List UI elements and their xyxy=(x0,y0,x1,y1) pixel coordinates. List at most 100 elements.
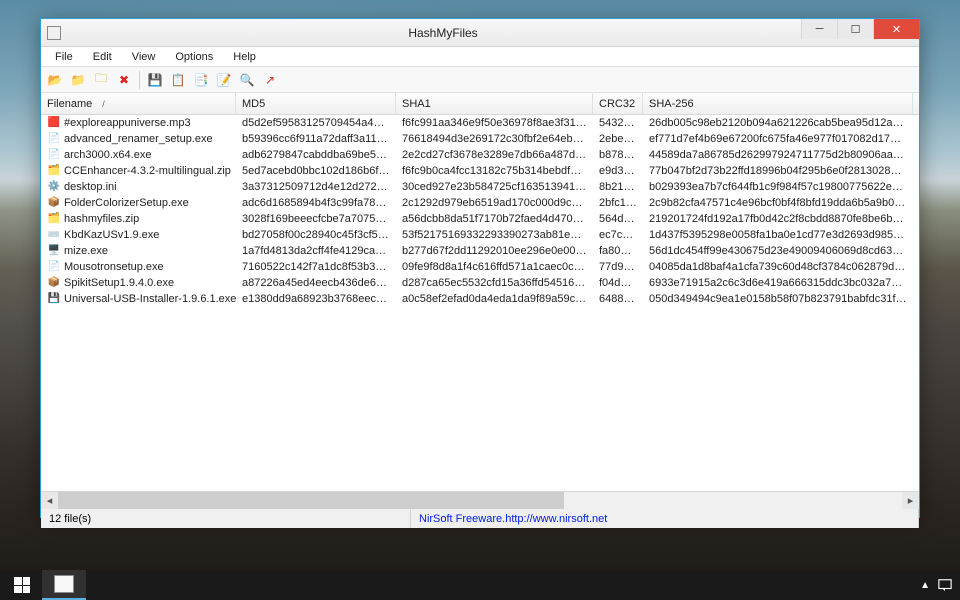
cell-crc32: 2ebed3d1 xyxy=(593,131,643,147)
cell-sha1: 2c1292d979eb6519ad170c000d9cc7291d53d926 xyxy=(396,195,593,211)
titlebar[interactable]: HashMyFiles ─ ☐ ✕ xyxy=(41,19,919,47)
toolbar-separator xyxy=(139,71,140,89)
file-icon: ⌨️ xyxy=(47,228,61,242)
table-row[interactable]: 📦FolderColorizerSetup.exe adc6d1685894b4f… xyxy=(41,195,919,211)
cell-sha256: 6933e71915a2c6c3d6e419a666315ddc3bc032a7… xyxy=(643,275,913,291)
file-icon: 🗂️ xyxy=(47,164,61,178)
cell-md5: adc6d1685894b4f3c99fa78978238eac xyxy=(236,195,396,211)
filename-text: FolderColorizerSetup.exe xyxy=(64,195,189,211)
column-crc32[interactable]: CRC32 xyxy=(593,93,643,114)
menu-file[interactable]: File xyxy=(45,49,83,65)
filename-text: Universal-USB-Installer-1.9.6.1.exe xyxy=(64,291,236,307)
menu-help[interactable]: Help xyxy=(223,49,266,65)
column-sha1[interactable]: SHA1 xyxy=(396,93,593,114)
cell-sha256: 219201724fd192a17fb0d42c2f8cbdd8870fe8be… xyxy=(643,211,913,227)
table-row[interactable]: 🖥️mize.exe1a7fd4813da2cff4fe4129ca53c9d8… xyxy=(41,243,919,259)
taskbar[interactable]: ▲ xyxy=(0,570,960,600)
file-icon: 💾 xyxy=(47,292,61,306)
table-row[interactable]: ⚙️desktop.ini3a37312509712d4e12d27240137… xyxy=(41,179,919,195)
menu-view[interactable]: View xyxy=(122,49,166,65)
app-icon xyxy=(47,26,61,40)
copy-button[interactable]: 📋 xyxy=(168,70,188,90)
cell-md5: 1a7fd4813da2cff4fe4129ca53c9d81 xyxy=(236,243,396,259)
cell-crc32: ec7cbf8d xyxy=(593,227,643,243)
table-row[interactable]: 📦SpikitSetup1.9.4.0.exea87226a45ed4eecb4… xyxy=(41,275,919,291)
table-row[interactable]: 🗂️hashmyfiles.zip3028f169beeecfcbe7a7075… xyxy=(41,211,919,227)
cell-sha1: a0c58ef2efad0da4eda1da9f89a59c64e3e8daac xyxy=(396,291,593,307)
filename-text: arch3000.x64.exe xyxy=(64,147,151,163)
tray-chevron-up-icon[interactable]: ▲ xyxy=(920,580,930,591)
cell-sha1: 30ced927e23b584725cf16351394175a6d2a9577 xyxy=(396,179,593,195)
copy-hashes-button[interactable]: 📑 xyxy=(191,70,211,90)
cell-md5: adb6279847cabddba69be515eb9b335 xyxy=(236,147,396,163)
cell-md5: d5d2ef59583125709454a461a4183d6a4 xyxy=(236,115,396,131)
list-area: Filename / MD5 SHA1 CRC32 SHA-256 🟥#expl… xyxy=(41,93,919,491)
file-icon: 📄 xyxy=(47,260,61,274)
cell-sha256: 77b047bf2d73b22ffd18996b04f295b6e0f28130… xyxy=(643,163,913,179)
menubar: File Edit View Options Help xyxy=(41,47,919,67)
sort-indicator-icon: / xyxy=(102,99,105,109)
close-button[interactable]: ✕ xyxy=(873,19,919,39)
clear-button[interactable]: 🗀 xyxy=(91,70,111,90)
task-hashmyfiles[interactable] xyxy=(42,570,86,600)
filename-text: CCEnhancer-4.3.2-multilingual.zip xyxy=(64,163,231,179)
system-tray[interactable]: ▲ xyxy=(914,578,958,592)
save-button[interactable]: 💾 xyxy=(145,70,165,90)
cell-crc32: b878fb66 xyxy=(593,147,643,163)
refresh-button[interactable]: 🔍 xyxy=(237,70,257,90)
cell-crc32: fa808500 xyxy=(593,243,643,259)
cell-filename: 🗂️CCEnhancer-4.3.2-multilingual.zip xyxy=(41,163,236,179)
table-row[interactable]: ⌨️KbdKazUSv1.9.exebd27058f00c28940c45f3c… xyxy=(41,227,919,243)
column-md5[interactable]: MD5 xyxy=(236,93,396,114)
column-filename-label: Filename xyxy=(47,98,92,110)
file-icon: ⚙️ xyxy=(47,180,61,194)
file-icon: 🗂️ xyxy=(47,212,61,226)
table-row[interactable]: 📄advanced_renamer_setup.exeb59396cc6f911… xyxy=(41,131,919,147)
menu-options[interactable]: Options xyxy=(165,49,223,65)
scroll-left-arrow-icon[interactable]: ◂ xyxy=(41,492,58,509)
nirsoft-link[interactable]: http://www.nirsoft.net xyxy=(505,513,607,525)
table-row[interactable]: 📄Mousotronsetup.exe7160522c142f7a1dc8f53… xyxy=(41,259,919,275)
minimize-button[interactable]: ─ xyxy=(801,19,837,39)
horizontal-scrollbar[interactable]: ◂ ▸ xyxy=(41,491,919,508)
cell-sha1: 53f52175169332293390273ab81e954f7d022c8e… xyxy=(396,227,593,243)
add-folder-button[interactable]: 📁 xyxy=(68,70,88,90)
cell-md5: bd27058f00c28940c45f3cf54793c03f xyxy=(236,227,396,243)
cell-sha256: ef771d7ef4b69e67200fc675fa46e977f017082d… xyxy=(643,131,913,147)
cell-sha1: d287ca65ec5532cfd15a36ffd54516a842381c2c xyxy=(396,275,593,291)
scroll-track[interactable] xyxy=(58,492,902,509)
list-header: Filename / MD5 SHA1 CRC32 SHA-256 xyxy=(41,93,919,115)
scroll-thumb[interactable] xyxy=(58,492,564,509)
cell-filename: 🗂️hashmyfiles.zip xyxy=(41,211,236,227)
table-row[interactable]: 💾Universal-USB-Installer-1.9.6.1.exee138… xyxy=(41,291,919,307)
table-row[interactable]: 🗂️CCEnhancer-4.3.2-multilingual.zip5ed7a… xyxy=(41,163,919,179)
cell-sha256: b029393ea7b7cf644fb1c9f984f57c1980077562… xyxy=(643,179,913,195)
scroll-right-arrow-icon[interactable]: ▸ xyxy=(902,492,919,509)
table-row[interactable]: 🟥#exploreappuniverse.mp3d5d2ef5958312570… xyxy=(41,115,919,131)
filename-text: Mousotronsetup.exe xyxy=(64,259,164,275)
nirsoft-prefix: NirSoft Freeware. xyxy=(419,513,505,525)
cell-filename: 📄advanced_renamer_setup.exe xyxy=(41,131,236,147)
filename-text: #exploreappuniverse.mp3 xyxy=(64,115,191,131)
cell-sha1: 76618494d3e269172c30fbf2e64eb87ce357d1c5 xyxy=(396,131,593,147)
cell-sha256: 44589da7a86785d262997924711775d2b80906aa… xyxy=(643,147,913,163)
action-center-icon[interactable] xyxy=(938,578,952,592)
column-sha256[interactable]: SHA-256 xyxy=(643,93,913,114)
cell-sha1: 2e2cd27cf3678e3289e7db66a487df416a1f1b25 xyxy=(396,147,593,163)
menu-edit[interactable]: Edit xyxy=(83,49,122,65)
maximize-button[interactable]: ☐ xyxy=(837,19,873,39)
cell-filename: ⚙️desktop.ini xyxy=(41,179,236,195)
cell-sha1: b277d67f2dd11292010ee296e0e00ffc963a2bdd… xyxy=(396,243,593,259)
properties-button[interactable]: 📝 xyxy=(214,70,234,90)
start-button[interactable] xyxy=(2,570,42,600)
stop-button[interactable]: ✖ xyxy=(114,70,134,90)
statusbar: 12 file(s) NirSoft Freeware. http://www.… xyxy=(41,508,919,528)
cell-crc32: e9d3fa5d xyxy=(593,163,643,179)
file-icon: 📦 xyxy=(47,196,61,210)
open-file-button[interactable]: 📂 xyxy=(45,70,65,90)
filename-text: desktop.ini xyxy=(64,179,117,195)
column-filename[interactable]: Filename / xyxy=(41,93,236,114)
cell-filename: ⌨️KbdKazUSv1.9.exe xyxy=(41,227,236,243)
exit-button[interactable]: ↗ xyxy=(260,70,280,90)
table-row[interactable]: 📄arch3000.x64.exeadb6279847cabddba69be51… xyxy=(41,147,919,163)
